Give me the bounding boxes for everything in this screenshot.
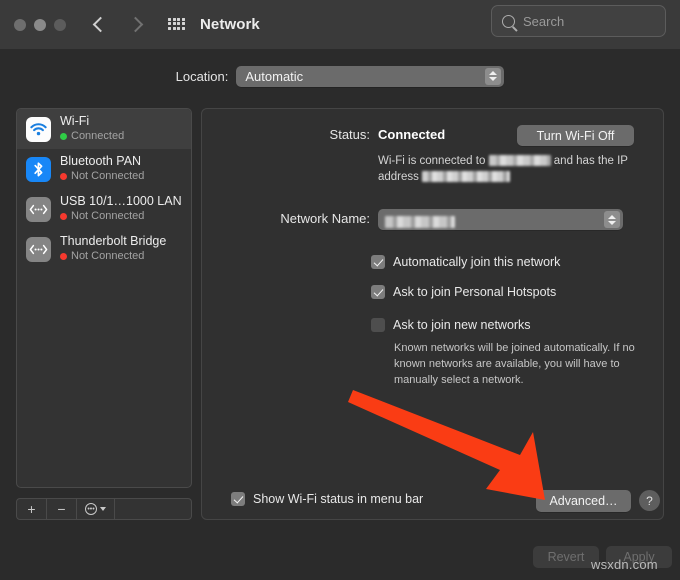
location-row: Location: Automatic <box>0 58 680 94</box>
status-text: Not Connected <box>71 249 145 262</box>
network-name-dropdown[interactable] <box>378 209 623 230</box>
sidebar-item-status: Not Connected <box>60 249 166 263</box>
location-value: Automatic <box>245 68 304 84</box>
sidebar-item-label: Bluetooth PAN <box>60 154 142 169</box>
checkbox-label: Ask to join new networks <box>393 318 531 332</box>
sidebar-item-status: Not Connected <box>60 169 145 183</box>
checkbox-personal-hotspots[interactable]: Ask to join Personal Hotspots <box>371 285 556 299</box>
add-service-button[interactable]: + <box>17 499 47 519</box>
chevron-updown-icon <box>604 211 620 228</box>
help-button[interactable]: ? <box>639 490 660 511</box>
network-preferences-window: Network Search Location: Automatic Wi-Fi… <box>0 0 680 580</box>
sidebar-item-thunderbolt-bridge[interactable]: Thunderbolt Bridge Not Connected <box>17 229 191 269</box>
status-desc-middle: and has the IP <box>553 155 628 167</box>
sidebar-item-label: Thunderbolt Bridge <box>60 234 167 249</box>
page-title: Network <box>200 16 260 33</box>
wifi-settings-panel: Status: Connected Turn Wi-Fi Off Wi-Fi i… <box>201 108 664 520</box>
search-field[interactable]: Search <box>491 5 666 37</box>
status-dot-icon <box>60 253 67 261</box>
checkbox-auto-join[interactable]: Automatically join this network <box>371 255 560 269</box>
sidebar-item-label: Wi-Fi <box>60 114 90 129</box>
grid-apps-icon[interactable] <box>168 17 185 32</box>
status-desc-prefix: Wi-Fi is connected to <box>378 155 486 167</box>
sidebar-item-status: Not Connected <box>60 209 182 223</box>
status-dot-icon <box>60 213 67 221</box>
navigation-controls <box>92 18 142 32</box>
status-label: Status: <box>329 127 370 142</box>
chevron-updown-icon <box>485 67 502 85</box>
close-button[interactable] <box>14 18 26 31</box>
sidebar-item-status: Connected <box>60 129 125 143</box>
network-name-label: Network Name: <box>280 211 370 226</box>
known-networks-note: Known networks will be joined automatica… <box>394 342 635 386</box>
services-toolbar: + − ••• <box>16 498 192 520</box>
gear-action-icon: ••• <box>85 503 97 515</box>
minimize-button[interactable] <box>34 18 46 31</box>
location-label: Location: <box>175 68 229 84</box>
checkbox-icon <box>371 318 385 332</box>
redacted-ip-address <box>422 171 511 183</box>
status-text: Connected <box>71 129 125 142</box>
status-dot-icon <box>60 133 67 141</box>
remove-service-button[interactable]: − <box>47 499 77 519</box>
zoom-button[interactable] <box>54 18 66 31</box>
ethernet-icon <box>26 196 51 222</box>
checkbox-icon <box>371 255 385 269</box>
checkbox-icon <box>371 285 385 299</box>
network-services-list[interactable]: Wi-Fi Connected Bluetooth PAN Not Connec… <box>16 108 192 488</box>
status-description: Wi-Fi is connected to and has the IP add… <box>378 153 636 186</box>
sidebar-item-bluetooth-pan[interactable]: Bluetooth PAN Not Connected <box>17 149 191 189</box>
checkbox-label: Ask to join Personal Hotspots <box>393 285 557 299</box>
redacted-network-name <box>488 155 551 166</box>
checkbox-icon <box>231 492 245 506</box>
checkbox-ask-new-networks[interactable]: Ask to join new networks <box>371 318 531 332</box>
redacted-network-name-value <box>385 215 455 228</box>
back-chevron-icon[interactable] <box>92 18 106 32</box>
checkbox-label: Show Wi-Fi status in menu bar <box>253 492 424 506</box>
chevron-down-icon <box>100 507 106 511</box>
sidebar-item-label: USB 10/1…1000 LAN <box>60 194 182 209</box>
traffic-lights <box>14 18 66 31</box>
status-value: Connected <box>378 127 446 142</box>
status-text: Not Connected <box>71 209 145 222</box>
ethernet-icon <box>26 236 51 262</box>
service-actions-button[interactable]: ••• <box>77 499 115 519</box>
status-text: Not Connected <box>71 169 145 182</box>
window-titlebar: Network Search <box>0 0 680 49</box>
advanced-button[interactable]: Advanced… <box>536 490 631 512</box>
wifi-icon <box>26 116 51 142</box>
turn-wifi-off-button[interactable]: Turn Wi-Fi Off <box>517 125 634 146</box>
search-placeholder: Search <box>523 13 565 29</box>
forward-chevron-icon[interactable] <box>128 18 142 32</box>
checkbox-show-wifi-status[interactable]: Show Wi-Fi status in menu bar <box>231 492 423 506</box>
checkbox-label: Automatically join this network <box>393 255 561 269</box>
sidebar-item-wifi[interactable]: Wi-Fi Connected <box>17 109 191 149</box>
revert-button[interactable]: Revert <box>533 546 599 568</box>
sidebar-item-usb-lan[interactable]: USB 10/1…1000 LAN Not Connected <box>17 189 191 229</box>
status-desc-suffix: address <box>378 171 419 184</box>
watermark: wsxdn.com <box>591 557 658 572</box>
search-icon <box>502 14 515 28</box>
status-dot-icon <box>60 173 67 181</box>
bluetooth-icon <box>26 156 51 182</box>
location-dropdown[interactable]: Automatic <box>236 65 505 87</box>
